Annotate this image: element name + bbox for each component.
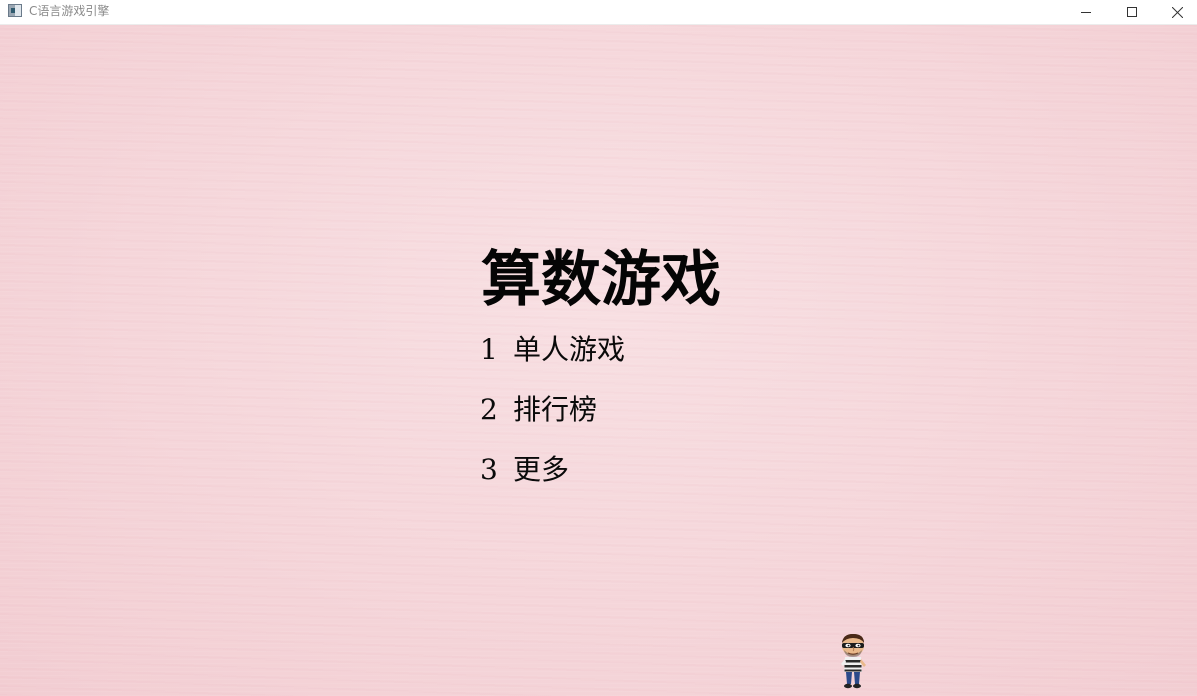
minimize-button[interactable] [1063, 0, 1109, 24]
title-bar[interactable]: C语言游戏引擎 [0, 0, 1197, 25]
menu-item-number: 2 [480, 393, 498, 426]
close-button[interactable] [1154, 0, 1197, 24]
menu-item-more[interactable]: 3 更多 [480, 450, 569, 490]
game-title: 算数游戏 [481, 245, 721, 315]
close-icon [1171, 6, 1183, 18]
thief-character-sprite [841, 634, 866, 689]
menu-item-number: 1 [480, 333, 498, 366]
menu-item-label: 单人游戏 [513, 333, 626, 366]
window-title: C语言游戏引擎 [29, 4, 110, 18]
menu-item-number: 3 [480, 453, 498, 486]
menu-item-label: 更多 [513, 453, 570, 486]
minimize-icon [1081, 12, 1091, 13]
app-window: C语言游戏引擎 算数游戏 1 单人游戏 2 排行榜 3 更多 [0, 0, 1197, 696]
menu-item-label: 排行榜 [513, 393, 598, 426]
menu-item-single-player[interactable]: 1 单人游戏 [480, 330, 625, 370]
menu-item-leaderboard[interactable]: 2 排行榜 [480, 390, 597, 430]
maximize-icon [1127, 7, 1137, 17]
app-window-icon [8, 4, 22, 17]
maximize-button[interactable] [1109, 0, 1155, 24]
game-canvas[interactable]: 算数游戏 1 单人游戏 2 排行榜 3 更多 [0, 25, 1197, 696]
